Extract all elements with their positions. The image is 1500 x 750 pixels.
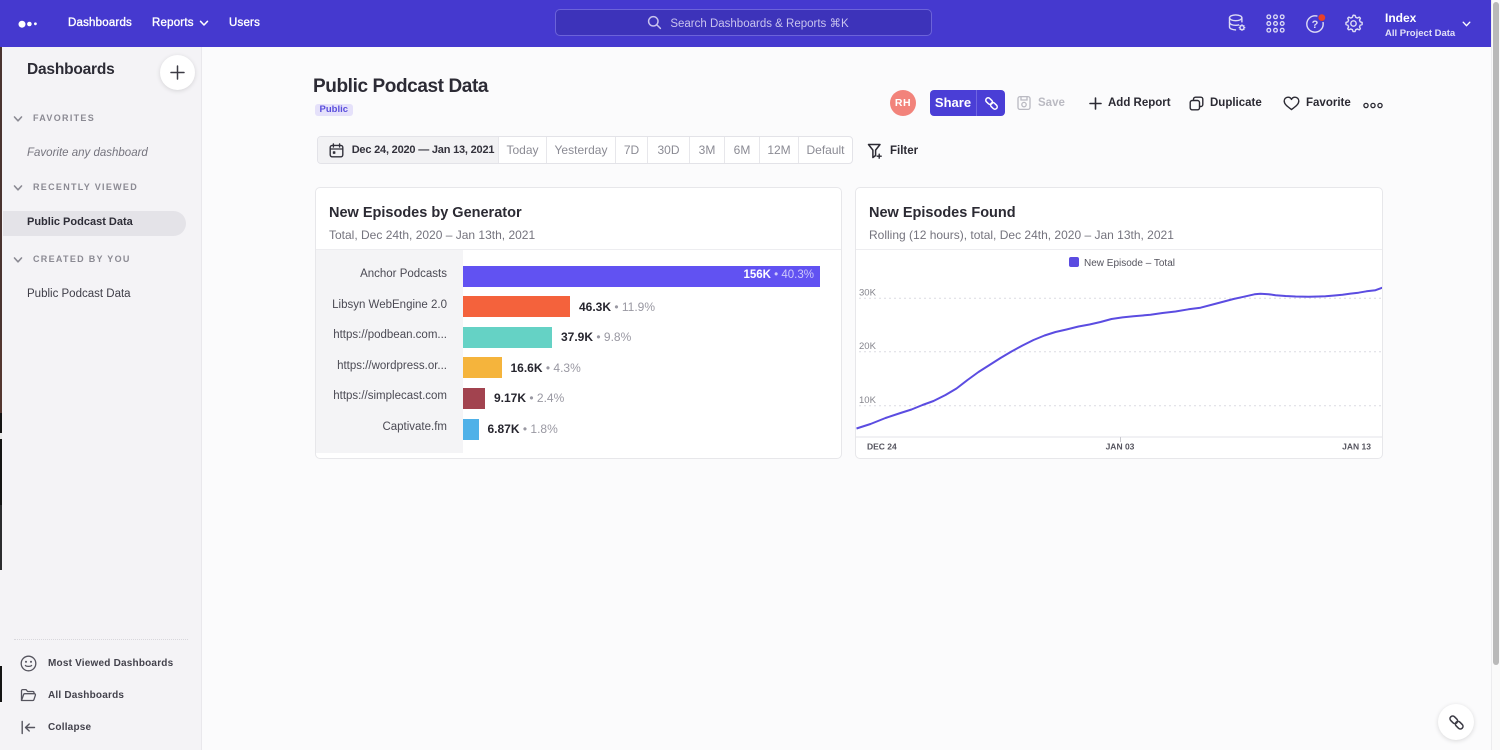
svg-text:20K: 20K: [859, 341, 877, 352]
svg-text:DEC 24: DEC 24: [867, 442, 897, 452]
svg-text:JAN 03: JAN 03: [1106, 442, 1135, 452]
svg-text:New Episode – Total: New Episode – Total: [1084, 258, 1175, 269]
svg-text:30K: 30K: [859, 287, 877, 298]
svg-text:JAN 13: JAN 13: [1342, 442, 1371, 452]
svg-text:10K: 10K: [859, 395, 877, 406]
svg-text:?: ?: [1312, 19, 1319, 31]
